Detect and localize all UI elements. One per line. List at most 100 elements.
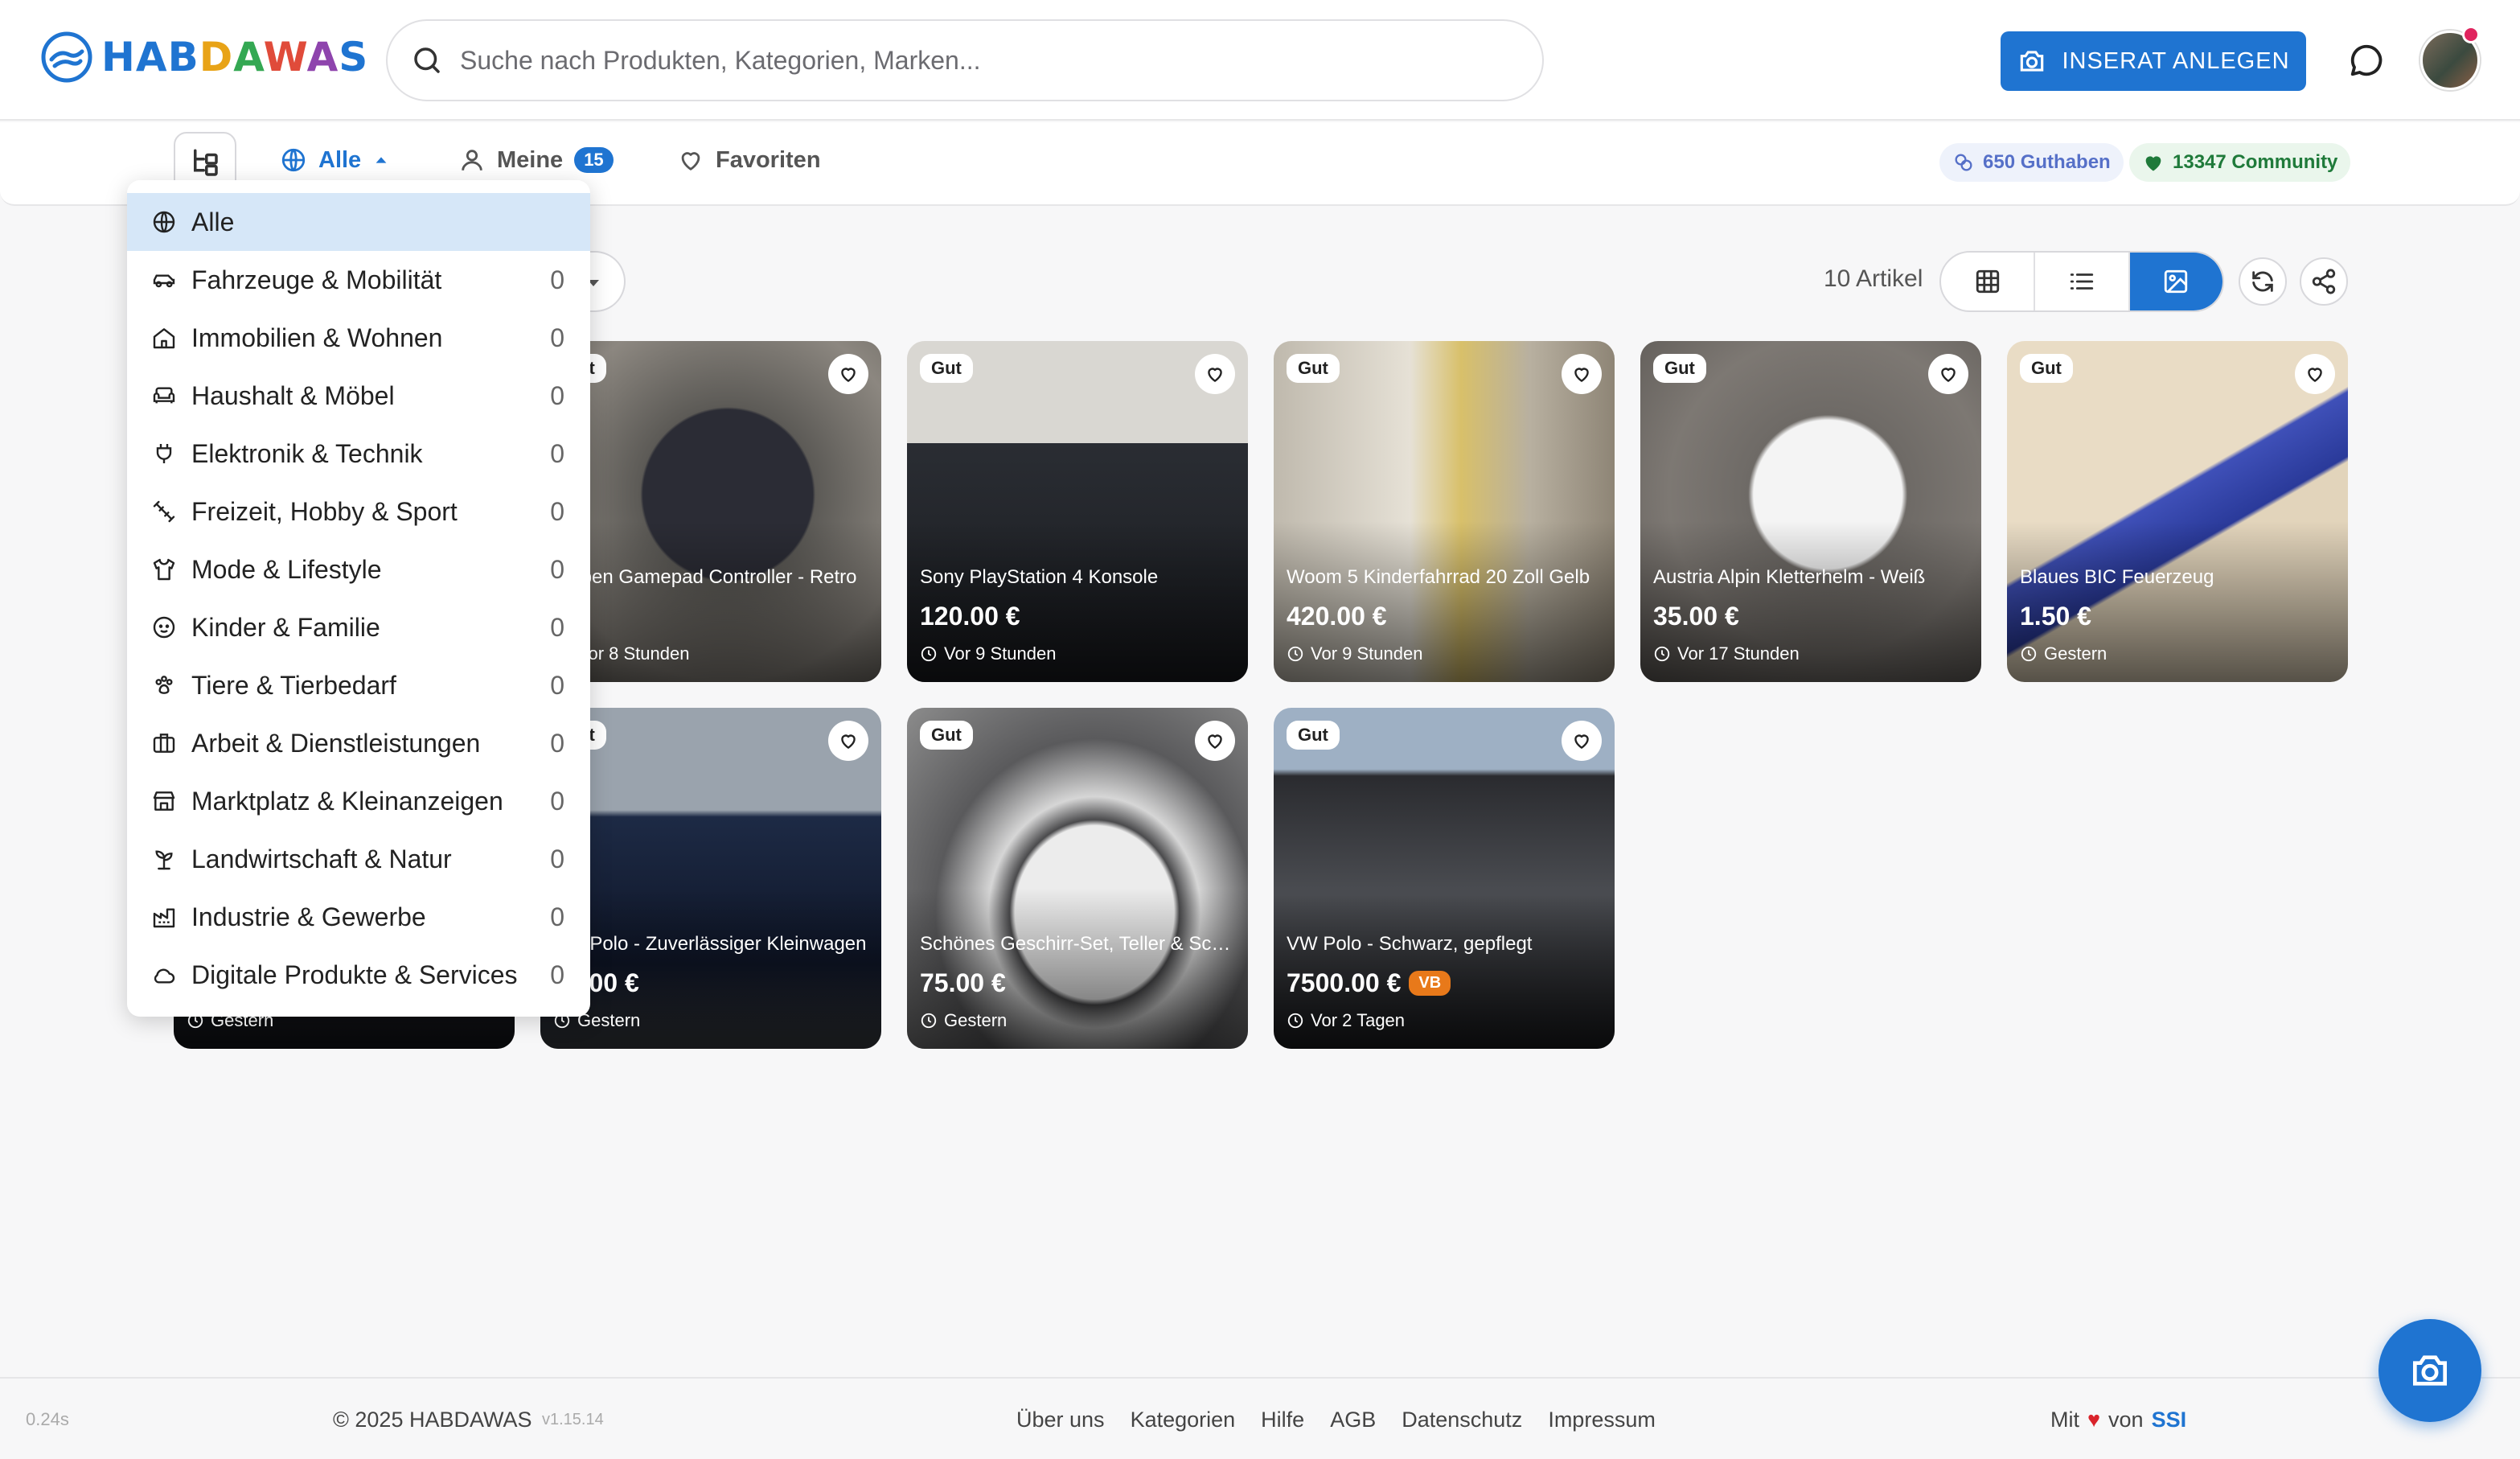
search-input[interactable] (460, 45, 1505, 76)
chat-icon[interactable] (2348, 42, 2385, 79)
favorite-button[interactable] (1195, 354, 1235, 394)
category-item-mode[interactable]: Mode & Lifestyle 0 (127, 540, 590, 598)
camera-fab-button[interactable] (2378, 1319, 2481, 1422)
search-icon (414, 47, 440, 73)
footer-link-ueber-uns[interactable]: Über uns (1016, 1408, 1105, 1432)
sofa-icon (153, 387, 175, 404)
tab-favoriten[interactable]: Favoriten (677, 146, 821, 174)
category-item-freizeit[interactable]: Freizeit, Hobby & Sport 0 (127, 483, 590, 540)
store-icon (153, 791, 175, 811)
category-item-elektronik[interactable]: Elektronik & Technik 0 (127, 425, 590, 483)
load-time: 0.24s (26, 1409, 69, 1429)
time-label: Gestern (577, 1010, 641, 1030)
category-item-industrie[interactable]: Industrie & Gewerbe 0 (127, 888, 590, 946)
footer: 0.24s © 2025 HABDAWAS v1.15.14 Über uns … (0, 1377, 2520, 1459)
factory-icon (153, 908, 175, 928)
favorite-button[interactable] (2295, 354, 2335, 394)
category-count: 0 (550, 960, 564, 989)
heart-icon (841, 734, 856, 749)
footer-link-agb[interactable]: AGB (1330, 1408, 1376, 1432)
tab-meine-label: Meine (497, 146, 564, 173)
condition-badge: Gut (1653, 354, 1706, 383)
share-button[interactable] (2300, 257, 2348, 306)
category-item-marktplatz[interactable]: Marktplatz & Kleinanzeigen 0 (127, 772, 590, 830)
category-item-kinder[interactable]: Kinder & Familie 0 (127, 598, 590, 656)
category-count: 0 (550, 728, 564, 758)
footer-link-hilfe[interactable]: Hilfe (1261, 1408, 1304, 1432)
product-card[interactable]: Gut Bigben Gamepad Controller - Retro 0 … (540, 341, 881, 682)
footer-link-datenschutz[interactable]: Datenschutz (1402, 1408, 1522, 1432)
product-title: Schönes Geschirr-Set, Teller & Schalen (920, 933, 1235, 955)
plug-icon (156, 444, 172, 463)
category-item-digitale[interactable]: Digitale Produkte & Services 0 (127, 946, 590, 1004)
category-item-alle[interactable]: Alle (127, 193, 590, 251)
time-label: Vor 2 Tagen (1311, 1010, 1406, 1030)
search-bar[interactable] (386, 19, 1544, 101)
favorite-button[interactable] (1562, 354, 1602, 394)
product-card[interactable]: Gut Sony PlayStation 4 Konsole 120.00 € … (907, 341, 1248, 682)
community-badge[interactable]: 13347 Community (2129, 143, 2351, 182)
footer-link-impressum[interactable]: Impressum (1548, 1408, 1656, 1432)
image-view-button[interactable] (2129, 253, 2222, 310)
product-card[interactable]: Gut Austria Alpin Kletterhelm - Weiß 35.… (1640, 341, 1981, 682)
home-icon (153, 328, 175, 349)
category-item-fahrzeuge[interactable]: Fahrzeuge & Mobilität 0 (127, 251, 590, 309)
product-price: 1.50 € (2020, 602, 2091, 631)
price-value: 420.00 € (1287, 602, 1387, 631)
heart-icon (1574, 734, 1589, 749)
logo[interactable]: HABDAWAS (40, 31, 368, 84)
favorite-button[interactable] (828, 721, 868, 761)
product-time: Gestern (920, 1010, 1007, 1031)
refresh-button[interactable] (2239, 257, 2287, 306)
create-listing-label: INSERAT ANLEGEN (2062, 47, 2290, 74)
favorite-button[interactable] (1928, 354, 1968, 394)
category-label: Elektronik & Technik (191, 438, 423, 468)
love-prefix: Mit (2050, 1408, 2079, 1432)
view-switch (1939, 251, 2224, 312)
price-value: 75.00 € (920, 968, 1006, 997)
category-count: 0 (550, 265, 564, 294)
product-card[interactable]: Gut Blaues BIC Feuerzeug 1.50 € Gestern (2007, 341, 2348, 682)
copyright: © 2025 HABDAWAS (333, 1408, 532, 1432)
globe-icon (153, 211, 175, 233)
category-item-tiere[interactable]: Tiere & Tierbedarf 0 (127, 656, 590, 714)
grid-view-button[interactable] (1941, 253, 2036, 310)
product-card[interactable]: Gut Schönes Geschirr-Set, Teller & Schal… (907, 708, 1248, 1049)
category-item-haushalt[interactable]: Haushalt & Möbel 0 (127, 367, 590, 425)
camera-icon (2413, 1355, 2447, 1386)
category-tree-icon (194, 149, 218, 176)
category-item-landwirtschaft[interactable]: Landwirtschaft & Natur 0 (127, 830, 590, 888)
category-label: Fahrzeuge & Mobilität (191, 265, 442, 294)
tab-alle[interactable]: Alle (280, 146, 390, 174)
product-title: Blaues BIC Feuerzeug (2020, 566, 2214, 588)
heart-icon (1941, 368, 1956, 382)
community-label: 13347 Community (2173, 151, 2338, 173)
refresh-icon (2252, 271, 2273, 292)
heart-icon (1208, 734, 1222, 749)
condition-badge: Gut (920, 354, 973, 383)
heart-icon (1208, 368, 1222, 382)
logo-text: HABDAWAS (101, 34, 369, 80)
favorite-button[interactable] (828, 354, 868, 394)
footer-link-kategorien[interactable]: Kategorien (1131, 1408, 1236, 1432)
list-view-button[interactable] (2035, 253, 2130, 310)
price-value: 120.00 € (920, 602, 1020, 631)
shirt-icon (153, 558, 175, 581)
ssi-link[interactable]: SSI (2152, 1408, 2187, 1432)
favorite-button[interactable] (1195, 721, 1235, 761)
condition-badge: Gut (1287, 354, 1340, 383)
tab-meine[interactable]: Meine 15 (458, 146, 614, 174)
guthaben-badge[interactable]: 650 Guthaben (1939, 143, 2124, 182)
product-card[interactable]: Gut VW Polo - Zuverlässiger Kleinwagen 0… (540, 708, 881, 1049)
header: HABDAWAS INSERAT ANLEGEN (0, 0, 2520, 121)
product-card[interactable]: Gut Woom 5 Kinderfahrrad 20 Zoll Gelb 42… (1274, 341, 1615, 682)
heart-icon (2308, 368, 2322, 382)
category-item-arbeit[interactable]: Arbeit & Dienstleistungen 0 (127, 714, 590, 772)
category-item-immobilien[interactable]: Immobilien & Wohnen 0 (127, 309, 590, 367)
grid-icon (1976, 269, 1999, 294)
favorite-button[interactable] (1562, 721, 1602, 761)
time-label: Gestern (2044, 643, 2108, 664)
product-card[interactable]: Gut VW Polo - Schwarz, gepflegt 7500.00 … (1274, 708, 1615, 1049)
product-title: Woom 5 Kinderfahrrad 20 Zoll Gelb (1287, 566, 1590, 588)
create-listing-button[interactable]: INSERAT ANLEGEN (2001, 31, 2306, 91)
